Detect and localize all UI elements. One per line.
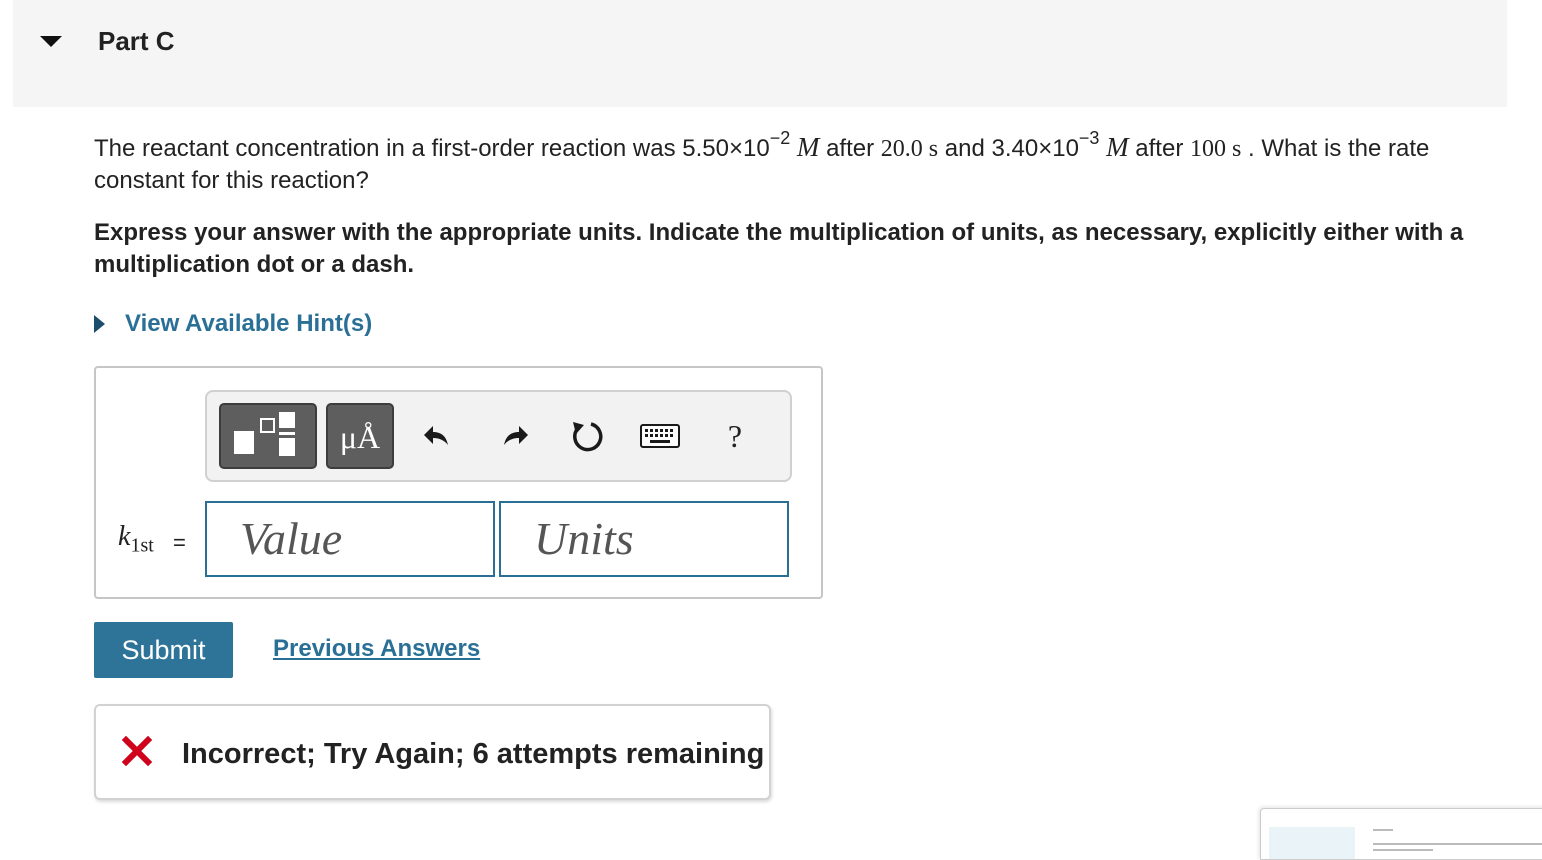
expand-caret-icon	[94, 315, 105, 333]
thumbnail-line	[1373, 829, 1393, 831]
feedback-box: Incorrect; Try Again; 6 attempts remaini…	[94, 704, 771, 800]
previous-answers-link[interactable]: Previous Answers	[273, 635, 480, 663]
submit-button[interactable]: Submit	[94, 622, 233, 678]
thumbnail-line	[1373, 849, 1433, 851]
part-title: Part C	[98, 26, 175, 56]
feedback-text: Incorrect; Try Again; 6 attempts remaini…	[182, 738, 765, 770]
help-icon: ?	[727, 417, 743, 454]
undo-icon[interactable]	[412, 412, 462, 460]
part-header	[13, 0, 1507, 107]
incorrect-x-icon	[122, 736, 152, 766]
variable-label: k1st	[118, 521, 154, 557]
value-input[interactable]: Value	[205, 501, 495, 577]
view-hints-label: View Available Hint(s)	[125, 310, 373, 337]
keyboard-icon[interactable]	[635, 412, 685, 460]
units-button-label: μÅ	[339, 419, 381, 455]
collapse-caret-icon[interactable]	[40, 36, 62, 47]
view-hints-toggle[interactable]: View Available Hint(s)	[94, 310, 372, 338]
redo-icon[interactable]	[490, 412, 540, 460]
answer-instruction: Express your answer with the appropriate…	[94, 219, 1464, 278]
templates-icon	[234, 412, 295, 456]
reset-icon[interactable]	[562, 412, 612, 460]
math-toolbar: μÅ ?	[205, 390, 792, 482]
units-button[interactable]: μÅ	[326, 403, 394, 469]
help-button[interactable]: ?	[710, 412, 760, 460]
units-input[interactable]: Units	[499, 501, 789, 577]
question-text: The reactant concentration in a first-or…	[94, 128, 1430, 194]
page-thumbnail[interactable]	[1260, 808, 1542, 860]
answer-box: μÅ ? k1st = Value Units	[94, 366, 823, 599]
equals-sign: =	[173, 530, 186, 555]
thumbnail-line	[1373, 843, 1542, 845]
thumbnail-sidebar	[1269, 827, 1355, 859]
templates-button[interactable]	[219, 403, 317, 469]
